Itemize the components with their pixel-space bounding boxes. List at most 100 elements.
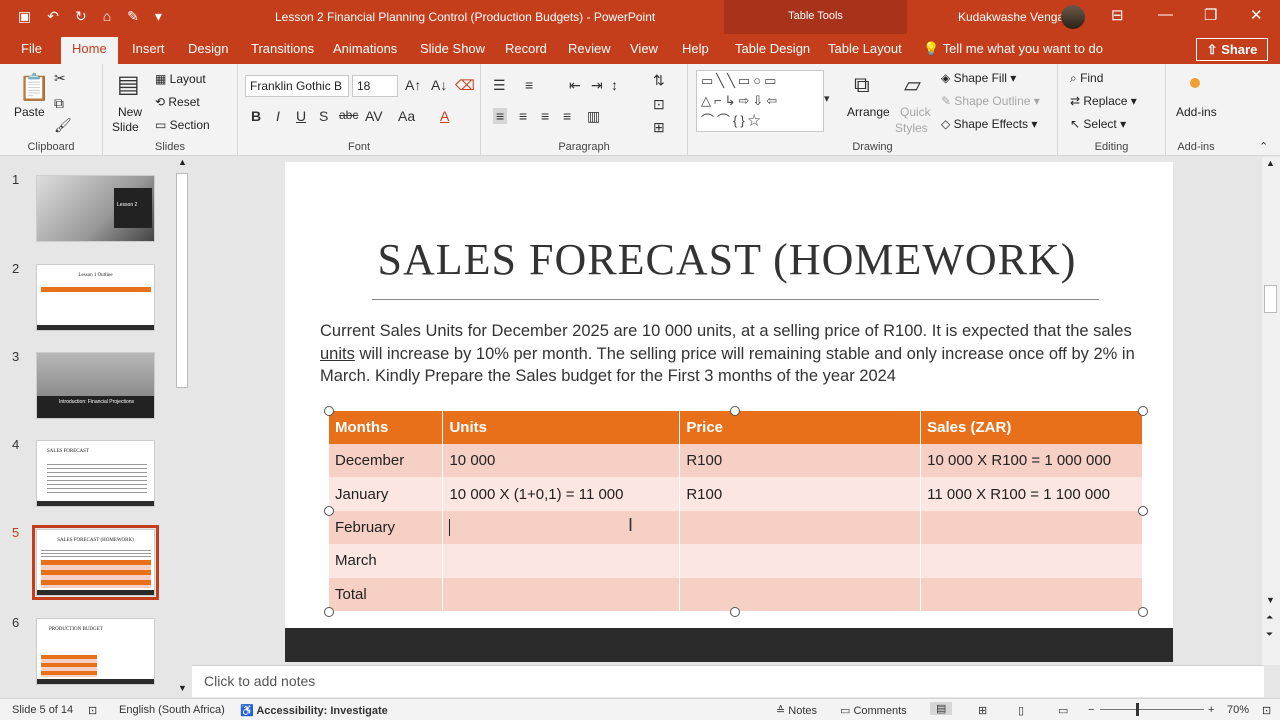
copy-icon[interactable]: ⧉ bbox=[54, 95, 64, 112]
table-cell[interactable] bbox=[679, 577, 922, 611]
table-cell[interactable]: December bbox=[329, 444, 444, 478]
paste-icon[interactable]: 📋 bbox=[18, 72, 50, 103]
table-cell[interactable] bbox=[679, 510, 922, 545]
align-right-icon[interactable]: ≡ bbox=[541, 108, 549, 124]
arrange-button[interactable]: Arrange bbox=[847, 105, 890, 119]
table-cell[interactable]: Total bbox=[329, 577, 444, 611]
restore-icon[interactable]: ❐ bbox=[1204, 6, 1217, 24]
normal-view-icon[interactable]: ▤ bbox=[930, 702, 953, 715]
avatar[interactable] bbox=[1061, 5, 1085, 29]
redo-icon[interactable]: ↻ bbox=[75, 8, 87, 25]
table-cell[interactable] bbox=[920, 544, 1143, 578]
undo-icon[interactable]: ↶ bbox=[47, 8, 59, 25]
table-cell[interactable]: February bbox=[329, 510, 444, 545]
table-cell[interactable]: 10 000 bbox=[442, 444, 681, 478]
tab-table-layout[interactable]: Table Layout bbox=[828, 41, 902, 56]
header-cell[interactable]: Months bbox=[329, 411, 444, 444]
slide-thumbnail-4[interactable]: SALES FORECAST bbox=[36, 440, 155, 507]
tab-help[interactable]: Help bbox=[682, 41, 709, 56]
header-cell[interactable]: Price bbox=[679, 411, 922, 444]
ribbon-display-icon[interactable]: ⊟ bbox=[1111, 6, 1124, 24]
slideshow-icon[interactable]: ▭ bbox=[1058, 704, 1068, 717]
sales-table[interactable]: Months Units Price Sales (ZAR) December … bbox=[329, 411, 1143, 611]
reading-view-icon[interactable]: ▯ bbox=[1018, 704, 1024, 717]
paste-button[interactable]: Paste bbox=[14, 105, 45, 119]
addins-button[interactable]: Add-ins bbox=[1176, 105, 1217, 119]
slide-canvas[interactable]: SALES FORECAST (HOMEWORK) Current Sales … bbox=[285, 162, 1173, 662]
notes-placeholder[interactable]: Click to add notes bbox=[204, 673, 315, 689]
scroll-up-icon[interactable]: ▲ bbox=[178, 157, 187, 167]
char-spacing-icon[interactable]: AV bbox=[365, 108, 383, 124]
tell-me-box[interactable]: 💡 Tell me what you want to do bbox=[923, 41, 1103, 57]
header-cell[interactable]: Units bbox=[442, 411, 681, 444]
resize-handle[interactable] bbox=[1138, 506, 1148, 516]
line-spacing-icon[interactable]: ↕ bbox=[611, 77, 618, 93]
new-slide-button[interactable]: New bbox=[118, 105, 142, 119]
touch-mode-icon[interactable]: ⌂ bbox=[103, 8, 111, 25]
tab-design[interactable]: Design bbox=[188, 41, 228, 56]
new-slide-icon[interactable]: ▤ bbox=[117, 70, 140, 99]
slide-title[interactable]: SALES FORECAST (HOMEWORK) bbox=[285, 234, 1169, 285]
table-cell[interactable]: 11 000 X R100 = 1 100 000 bbox=[920, 477, 1143, 511]
accessibility-button[interactable]: ♿ Accessibility: Investigate bbox=[240, 704, 388, 717]
thumbnail-scrollbar[interactable]: ▲ ▼ bbox=[174, 157, 191, 697]
scroll-down-icon[interactable]: ▼ bbox=[1266, 595, 1275, 605]
italic-icon[interactable]: I bbox=[276, 108, 280, 124]
collapse-ribbon-icon[interactable]: ⌃ bbox=[1259, 140, 1268, 153]
fit-to-window-icon[interactable]: ⊡ bbox=[1262, 704, 1271, 717]
table-cell[interactable] bbox=[679, 544, 922, 578]
shapes-more-icon[interactable]: ▾ bbox=[824, 92, 830, 105]
close-icon[interactable]: ✕ bbox=[1250, 6, 1263, 24]
shapes-gallery[interactable]: ▭╲╲▭○▭ △⌐↳⇨⇩⇦ ⌒⌒{}☆ bbox=[696, 70, 824, 132]
tab-review[interactable]: Review bbox=[568, 41, 611, 56]
smartart-icon[interactable]: ⊞ bbox=[653, 119, 665, 136]
change-case-icon[interactable]: Aa bbox=[398, 108, 415, 124]
format-painter-icon[interactable]: 🖌 bbox=[54, 117, 72, 134]
quick-styles-button[interactable]: Quick bbox=[900, 105, 931, 119]
shadow-icon[interactable]: S bbox=[319, 108, 328, 124]
header-cell[interactable]: Sales (ZAR) bbox=[920, 411, 1143, 444]
shrink-font-icon[interactable]: A↓ bbox=[431, 77, 447, 93]
zoom-slider-thumb[interactable] bbox=[1136, 703, 1139, 716]
tab-table-design[interactable]: Table Design bbox=[735, 41, 810, 56]
slide-scrollbar[interactable]: ▲ ▼ ⏶ ⏷ bbox=[1262, 157, 1280, 665]
resize-handle[interactable] bbox=[324, 406, 334, 416]
resize-handle[interactable] bbox=[1138, 406, 1148, 416]
table-cell[interactable]: R100 bbox=[679, 444, 922, 478]
previous-slide-icon[interactable]: ⏶ bbox=[1266, 612, 1273, 623]
tab-transitions[interactable]: Transitions bbox=[251, 41, 314, 56]
addins-icon[interactable] bbox=[1190, 78, 1200, 88]
grow-font-icon[interactable]: A↑ bbox=[405, 77, 421, 93]
clear-formatting-icon[interactable]: ⌫ bbox=[455, 77, 475, 94]
columns-icon[interactable]: ▥ bbox=[587, 108, 600, 125]
quick-styles-icon[interactable]: ▱ bbox=[904, 72, 921, 98]
bold-icon[interactable]: B bbox=[251, 108, 261, 124]
table-cell[interactable]: R100 bbox=[679, 477, 922, 511]
numbering-icon[interactable]: ≡ bbox=[525, 77, 533, 93]
arrange-icon[interactable]: ⧉ bbox=[854, 72, 870, 98]
layout-button[interactable]: ▦ Layout bbox=[155, 72, 206, 86]
shape-fill-button[interactable]: ◈ Shape Fill ▾ bbox=[941, 71, 1016, 85]
slide-sorter-icon[interactable]: ⊞ bbox=[978, 704, 987, 717]
font-family-select[interactable]: Franklin Gothic B bbox=[245, 75, 349, 97]
save-icon[interactable]: ▣ bbox=[18, 8, 31, 25]
tab-file[interactable]: File bbox=[21, 41, 42, 56]
table-cell[interactable]: 10 000 X R100 = 1 000 000 bbox=[920, 444, 1143, 478]
pen-icon[interactable]: ✎ bbox=[127, 8, 139, 25]
strikethrough-icon[interactable]: abc bbox=[339, 108, 358, 122]
quick-styles-button-2[interactable]: Styles bbox=[895, 121, 928, 135]
table-cell[interactable] bbox=[442, 577, 681, 611]
tab-insert[interactable]: Insert bbox=[132, 41, 165, 56]
table-cell-active[interactable] bbox=[442, 510, 681, 545]
justify-icon[interactable]: ≡ bbox=[563, 108, 571, 124]
shape-outline-button[interactable]: ✎ Shape Outline ▾ bbox=[941, 94, 1040, 108]
resize-handle[interactable] bbox=[1138, 607, 1148, 617]
shape-effects-button[interactable]: ◇ Shape Effects ▾ bbox=[941, 117, 1037, 131]
slide-thumbnail-1[interactable]: Lesson 2 bbox=[36, 175, 155, 242]
tab-record[interactable]: Record bbox=[505, 41, 547, 56]
replace-button[interactable]: ⇄ Replace ▾ bbox=[1070, 94, 1137, 108]
zoom-out-icon[interactable]: − bbox=[1088, 704, 1094, 716]
resize-handle[interactable] bbox=[730, 406, 740, 416]
tab-home[interactable]: Home bbox=[61, 37, 118, 64]
find-button[interactable]: ⌕ Find bbox=[1070, 71, 1103, 86]
